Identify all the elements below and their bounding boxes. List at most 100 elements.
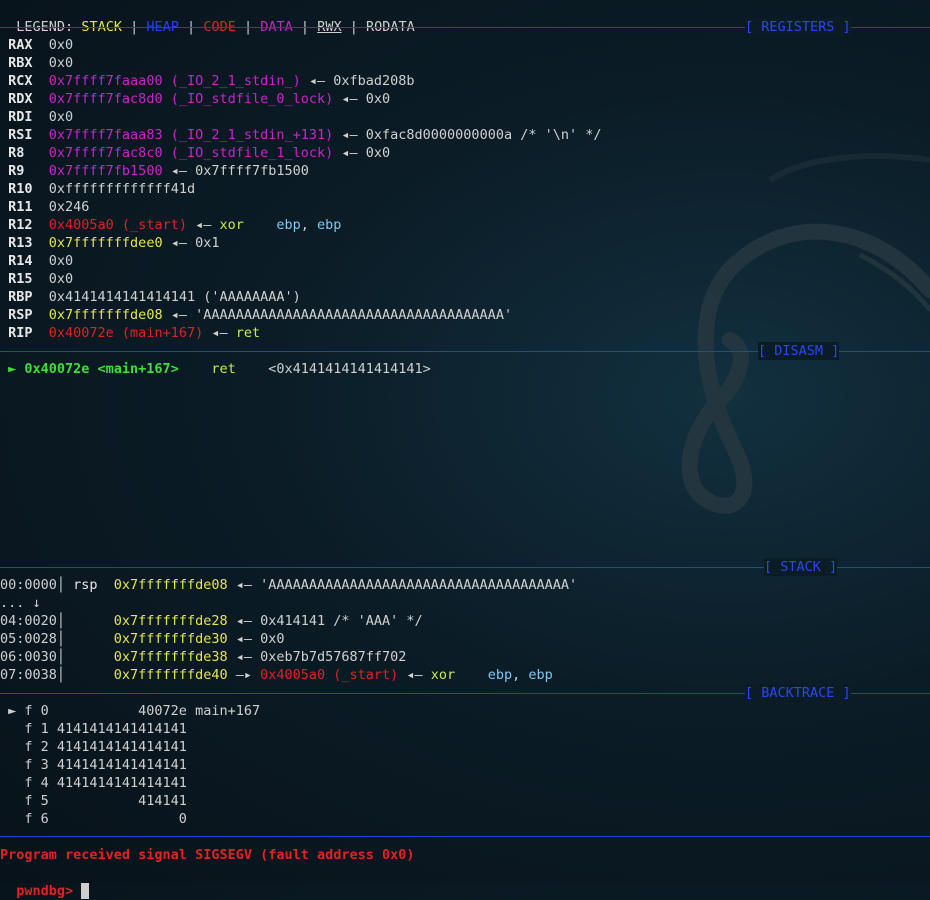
register-name: R10	[0, 181, 41, 197]
register-row-r11: R11 0x246	[0, 198, 89, 216]
text-segment: 0x0	[48, 253, 74, 269]
text-segment: ◂— 'AAAAAAAAAAAAAAAAAAAAAAAAAAAAAAAAAAAA…	[227, 577, 578, 593]
text-segment: rsp	[73, 577, 114, 593]
register-row-rax: RAX 0x0	[0, 36, 73, 54]
register-row-r15: R15 0x0	[0, 270, 73, 288]
text-segment: ◂—	[203, 325, 236, 341]
register-name: R14	[0, 253, 41, 269]
text-segment: ebp	[317, 217, 342, 233]
pwndbg-prompt: pwndbg>	[16, 883, 82, 899]
register-name: R9	[0, 163, 41, 179]
register-name: R13	[0, 235, 41, 251]
text-segment: 04:0020│	[0, 613, 114, 629]
text-segment: ◂—	[398, 667, 431, 683]
register-row-r13: R13 0x7fffffffdee0 ◂— 0x1	[0, 234, 219, 252]
text-segment: 0x0	[48, 109, 74, 125]
text-segment: 0x7fffffffde30	[113, 631, 228, 647]
text-segment: 06:0030│	[0, 649, 114, 665]
register-row-rbp: RBP 0x4141414141414141 ('AAAAAAAA')	[0, 288, 301, 306]
stack-row: 06:0030│ 0x7fffffffde38 ◂— 0xeb7b7d57687…	[0, 648, 406, 666]
register-name: RAX	[0, 37, 41, 53]
terminal-cursor[interactable]	[81, 883, 90, 899]
text-segment: ,	[512, 667, 529, 683]
signal-message: Program received signal SIGSEGV (fault a…	[0, 847, 415, 863]
text-segment: 0x7fffffffde38	[113, 649, 228, 665]
text-segment: ebp	[528, 667, 553, 683]
disasm-title: [ DISASM ]	[758, 342, 840, 360]
text-segment: ◂— 0xeb7b7d57687ff702	[227, 649, 407, 665]
text-segment: ◂— 0x1	[162, 235, 220, 251]
register-name: R15	[0, 271, 41, 287]
register-row-rbx: RBX 0x0	[0, 54, 73, 72]
backtrace-title: [ BACKTRACE ]	[745, 684, 851, 702]
text-segment: ◂— 0xfbad208b	[300, 73, 415, 89]
backtrace-frame: f 2 4141414141414141	[0, 739, 187, 755]
text-segment: 0x7fffffffde40	[113, 667, 228, 683]
text-segment: 0x7ffff7fb1500	[48, 163, 163, 179]
stack-row: ... ↓	[0, 594, 41, 612]
backtrace-frame: f 4 4141414141414141	[0, 775, 187, 791]
text-segment: 0x246	[48, 199, 90, 215]
stack-section-header: [ STACK ]	[0, 558, 930, 576]
register-name: R12	[0, 217, 41, 233]
text-segment: ret	[211, 361, 236, 377]
text-segment: ◂— 0x0	[333, 145, 391, 161]
register-row-r10: R10 0xfffffffffffff41d	[0, 180, 195, 198]
register-name: RSP	[0, 307, 41, 323]
register-row-r14: R14 0x0	[0, 252, 73, 270]
register-name: RBX	[0, 55, 41, 71]
text-segment: 0x4005a0 (_start)	[48, 217, 187, 233]
text-segment: ◂— 0x0	[227, 631, 285, 647]
backtrace-frame: f 6 0	[0, 811, 187, 827]
text-segment: ◂— 0x7ffff7fb1500	[162, 163, 309, 179]
text-segment: <0x4141414141414141>	[235, 361, 431, 377]
text-segment: 0x7ffff7fac8c0 (_IO_stdfile_1_lock)	[48, 145, 334, 161]
register-name: RSI	[0, 127, 41, 143]
text-segment: ◂—	[186, 217, 220, 233]
text-segment: 0x7ffff7faaa00 (_IO_2_1_stdin_)	[48, 73, 301, 89]
backtrace-frame: f 1 4141414141414141	[0, 721, 187, 737]
register-name: RDI	[0, 109, 41, 125]
stack-row: 00:0000│ rsp 0x7fffffffde08 ◂— 'AAAAAAAA…	[0, 576, 577, 594]
text-segment: ebp	[276, 217, 301, 233]
text-segment: ,	[300, 217, 318, 233]
text-segment: 0x7ffff7faaa83 (_IO_2_1_stdin_+131)	[48, 127, 334, 143]
text-segment: —▸	[227, 667, 261, 683]
backtrace-frame: f 3 4141414141414141	[0, 757, 187, 773]
text-segment: 07:0038│	[0, 667, 114, 683]
register-row-rsp: RSP 0x7fffffffde08 ◂— 'AAAAAAAAAAAAAAAAA…	[0, 306, 512, 324]
command-line[interactable]: pwndbg>	[0, 864, 90, 899]
text-segment: 0x0	[48, 37, 74, 53]
text-segment: 0x7ffff7fac8d0 (_IO_stdfile_0_lock)	[48, 91, 334, 107]
bottom-separator	[0, 827, 930, 845]
register-row-r8: R8 0x7ffff7fac8c0 (_IO_stdfile_1_lock) ◂…	[0, 144, 390, 162]
register-name: RIP	[0, 325, 41, 341]
text-segment: 0x0	[48, 271, 74, 287]
text-segment: ◂— 0x414141 /* 'AAA' */	[227, 613, 423, 629]
register-row-rsi: RSI 0x7ffff7faaa83 (_IO_2_1_stdin_+131) …	[0, 126, 601, 144]
disasm-line: ► 0x40072e <main+167> ret <0x41414141414…	[0, 360, 431, 378]
text-segment: ret	[235, 325, 261, 341]
text-segment: 0x7fffffffdee0	[48, 235, 163, 251]
register-row-r9: R9 0x7ffff7fb1500 ◂— 0x7ffff7fb1500	[0, 162, 309, 180]
registers-title: [ REGISTERS ]	[745, 18, 851, 36]
register-name: R11	[0, 199, 41, 215]
text-segment: 00:0000│	[0, 577, 74, 593]
text-segment: 0x7fffffffde08	[113, 577, 228, 593]
disasm-section-header: [ DISASM ]	[0, 342, 930, 360]
stack-row: 05:0028│ 0x7fffffffde30 ◂— 0x0	[0, 630, 285, 648]
text-segment: xor	[219, 217, 277, 233]
backtrace-frame: ► f 0 40072e main+167	[0, 703, 261, 719]
text-segment: ... ↓	[0, 595, 41, 611]
text-segment: 0xfffffffffffff41d	[48, 181, 196, 197]
backtrace-section-header: [ BACKTRACE ]	[0, 684, 930, 702]
register-name: RCX	[0, 73, 41, 89]
text-segment: 0x0	[48, 55, 74, 71]
text-segment: 0x4141414141414141 ('AAAAAAAA')	[48, 289, 301, 305]
register-name: R8	[0, 145, 41, 161]
backtrace-frame: f 5 414141	[0, 793, 187, 809]
stack-row: 07:0038│ 0x7fffffffde40 —▸ 0x4005a0 (_st…	[0, 666, 553, 684]
text-segment: 0x40072e (main+167)	[48, 325, 204, 341]
text-segment: ◂— 0xfac8d0000000000a /* '\n' */	[333, 127, 602, 143]
register-row-rip: RIP 0x40072e (main+167) ◂— ret	[0, 324, 260, 342]
